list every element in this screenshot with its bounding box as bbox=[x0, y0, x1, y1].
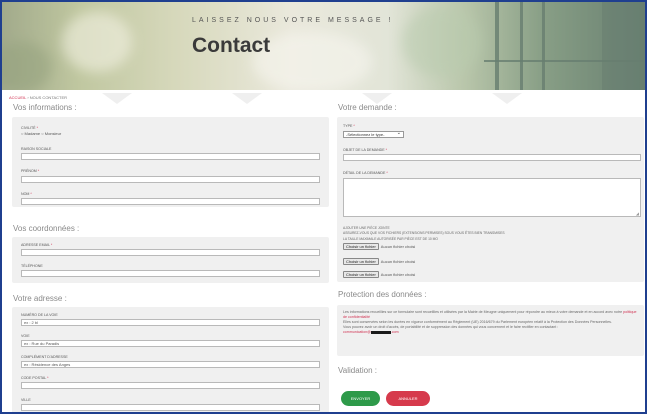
file-status: Aucun fichier choisi bbox=[380, 244, 416, 249]
detail-label-text: DÉTAIL DE LA DEMANDE bbox=[343, 171, 386, 175]
protection-p3: Vous pouvez avoir un droit d'accès, de p… bbox=[343, 325, 559, 329]
telephone-input[interactable] bbox=[21, 270, 320, 277]
piece-jointe-size-info: LA TAILLE MAXIMALE AUTORISÉE PAR PIÈCE E… bbox=[343, 237, 438, 241]
file-input-3: Choisir un fichier Aucun fichier choisi bbox=[343, 271, 415, 278]
redacted-block bbox=[370, 330, 391, 334]
file-status: Aucun fichier choisi bbox=[380, 259, 416, 264]
civilite-label-text: CIVILITÉ bbox=[21, 126, 36, 130]
code-postal-input[interactable] bbox=[21, 382, 320, 389]
email-input[interactable] bbox=[21, 249, 320, 256]
numero-voie-label: NUMÉRO DE LA VOIE bbox=[21, 313, 58, 317]
section-heading-demande: Votre demande : bbox=[338, 103, 397, 112]
section-heading-adresse: Votre adresse : bbox=[13, 294, 67, 303]
nom-input[interactable] bbox=[21, 198, 320, 205]
protection-p1: Les informations recueillies sur ce form… bbox=[343, 310, 623, 314]
required-mark: * bbox=[47, 376, 49, 380]
required-mark: * bbox=[385, 148, 388, 152]
prenom-label-text: PRÉNOM bbox=[21, 169, 37, 173]
section-heading-coordonnees: Vos coordonnées : bbox=[13, 224, 80, 233]
radio-monsieur[interactable]: ○ Monsieur bbox=[41, 131, 61, 136]
prenom-input[interactable] bbox=[21, 176, 320, 183]
civilite-label: CIVILITÉ * bbox=[21, 126, 38, 130]
choose-file-button[interactable]: Choisir un fichier bbox=[343, 243, 379, 250]
protection-text: Les informations recueillies sur ce form… bbox=[343, 310, 639, 335]
required-mark: * bbox=[36, 126, 38, 130]
objet-label: OBJET DE LA DEMANDE * bbox=[343, 148, 387, 152]
required-mark: * bbox=[353, 124, 355, 128]
required-mark: * bbox=[37, 169, 40, 173]
type-select-value: -Sélectionnez le type- bbox=[346, 132, 385, 137]
choose-file-button[interactable]: Choisir un fichier bbox=[343, 258, 379, 265]
required-mark: * bbox=[386, 171, 388, 175]
objet-label-text: OBJET DE LA DEMANDE bbox=[343, 148, 385, 152]
section-heading-protection: Protection des données : bbox=[338, 290, 427, 299]
prenom-label: PRÉNOM * bbox=[21, 169, 39, 173]
breadcrumb-current: NOUS CONTACTER bbox=[29, 95, 68, 100]
chevron-down-icon: ⌄ bbox=[396, 130, 401, 136]
objet-input[interactable] bbox=[343, 154, 641, 161]
email-suffix: .com bbox=[390, 330, 399, 334]
file-status: Aucun fichier choisi bbox=[380, 272, 416, 277]
radio-madame-label: Madame bbox=[24, 131, 41, 136]
email-label-text: ADRESSE EMAIL bbox=[21, 243, 50, 247]
raison-sociale-input[interactable] bbox=[21, 153, 320, 160]
detail-textarea[interactable]: ◢ bbox=[343, 178, 641, 217]
submit-button[interactable]: ENVOYER bbox=[341, 391, 380, 406]
decorative-zigzag-band bbox=[2, 90, 645, 104]
page-title: Contact bbox=[192, 34, 271, 57]
voie-input[interactable]: ex : Rue du Paradis bbox=[21, 340, 320, 347]
email-prefix: communication@ bbox=[343, 330, 371, 334]
numero-voie-input[interactable]: ex : 2 bl bbox=[21, 319, 320, 326]
piece-jointe-title: AJOUTER UNE PIÈCE JOINTE bbox=[343, 226, 390, 230]
code-postal-label-text: CODE POSTAL bbox=[21, 376, 47, 380]
nom-label-text: NOM bbox=[21, 192, 30, 196]
required-mark: * bbox=[50, 243, 53, 247]
voie-label: VOIE bbox=[21, 334, 30, 338]
complement-adresse-input[interactable]: ex : Résidence des Anges bbox=[21, 361, 320, 368]
detail-label: DÉTAIL DE LA DEMANDE * bbox=[343, 171, 388, 175]
section-heading-infos: Vos informations : bbox=[13, 103, 77, 112]
required-mark: * bbox=[30, 192, 32, 196]
radio-monsieur-label: Monsieur bbox=[44, 131, 62, 136]
nom-label: NOM * bbox=[21, 192, 32, 196]
telephone-label: TÉLÉPHONE bbox=[21, 264, 43, 268]
raison-sociale-label: RAISON SOCIALE bbox=[21, 147, 52, 151]
cancel-button[interactable]: ANNULER bbox=[386, 391, 430, 406]
breadcrumb: ACCUEIL › NOUS CONTACTER bbox=[9, 95, 67, 100]
civilite-radio-group: ○ Madame ○ Monsieur bbox=[21, 131, 61, 136]
section-heading-validation: Validation : bbox=[338, 366, 377, 375]
hero-subtitle: LAISSEZ NOUS VOTRE MESSAGE ! bbox=[192, 17, 394, 24]
complement-adresse-label: COMPLÉMENT D'ADRESSE bbox=[21, 355, 68, 359]
type-label-text: TYPE bbox=[343, 124, 353, 128]
code-postal-label: CODE POSTAL * bbox=[21, 376, 49, 380]
hero-banner: LAISSEZ NOUS VOTRE MESSAGE ! Contact bbox=[2, 2, 645, 90]
contact-email-link[interactable]: communication@ .com bbox=[343, 330, 399, 334]
choose-file-button[interactable]: Choisir un fichier bbox=[343, 271, 379, 278]
hero-overlay bbox=[2, 2, 645, 90]
file-input-1: Choisir un fichier Aucun fichier choisi bbox=[343, 243, 415, 250]
radio-madame[interactable]: ○ Madame bbox=[21, 131, 40, 136]
contact-page: LAISSEZ NOUS VOTRE MESSAGE ! Contact ACC… bbox=[0, 0, 647, 414]
email-label: ADRESSE EMAIL * bbox=[21, 243, 52, 247]
type-label: TYPE * bbox=[343, 124, 355, 128]
breadcrumb-home-link[interactable]: ACCUEIL bbox=[9, 95, 26, 100]
resize-grip-icon[interactable]: ◢ bbox=[636, 211, 639, 216]
protection-p2: Elles sont conservées selon les durées e… bbox=[343, 320, 612, 324]
ville-input[interactable] bbox=[21, 404, 320, 411]
file-input-2: Choisir un fichier Aucun fichier choisi bbox=[343, 258, 415, 265]
ville-label: VILLE bbox=[21, 398, 31, 402]
piece-jointe-info: ASSUREZ-VOUS QUE VOS FICHIERS (EXTENSION… bbox=[343, 231, 505, 235]
type-select[interactable]: -Sélectionnez le type- ⌄ bbox=[343, 131, 404, 138]
